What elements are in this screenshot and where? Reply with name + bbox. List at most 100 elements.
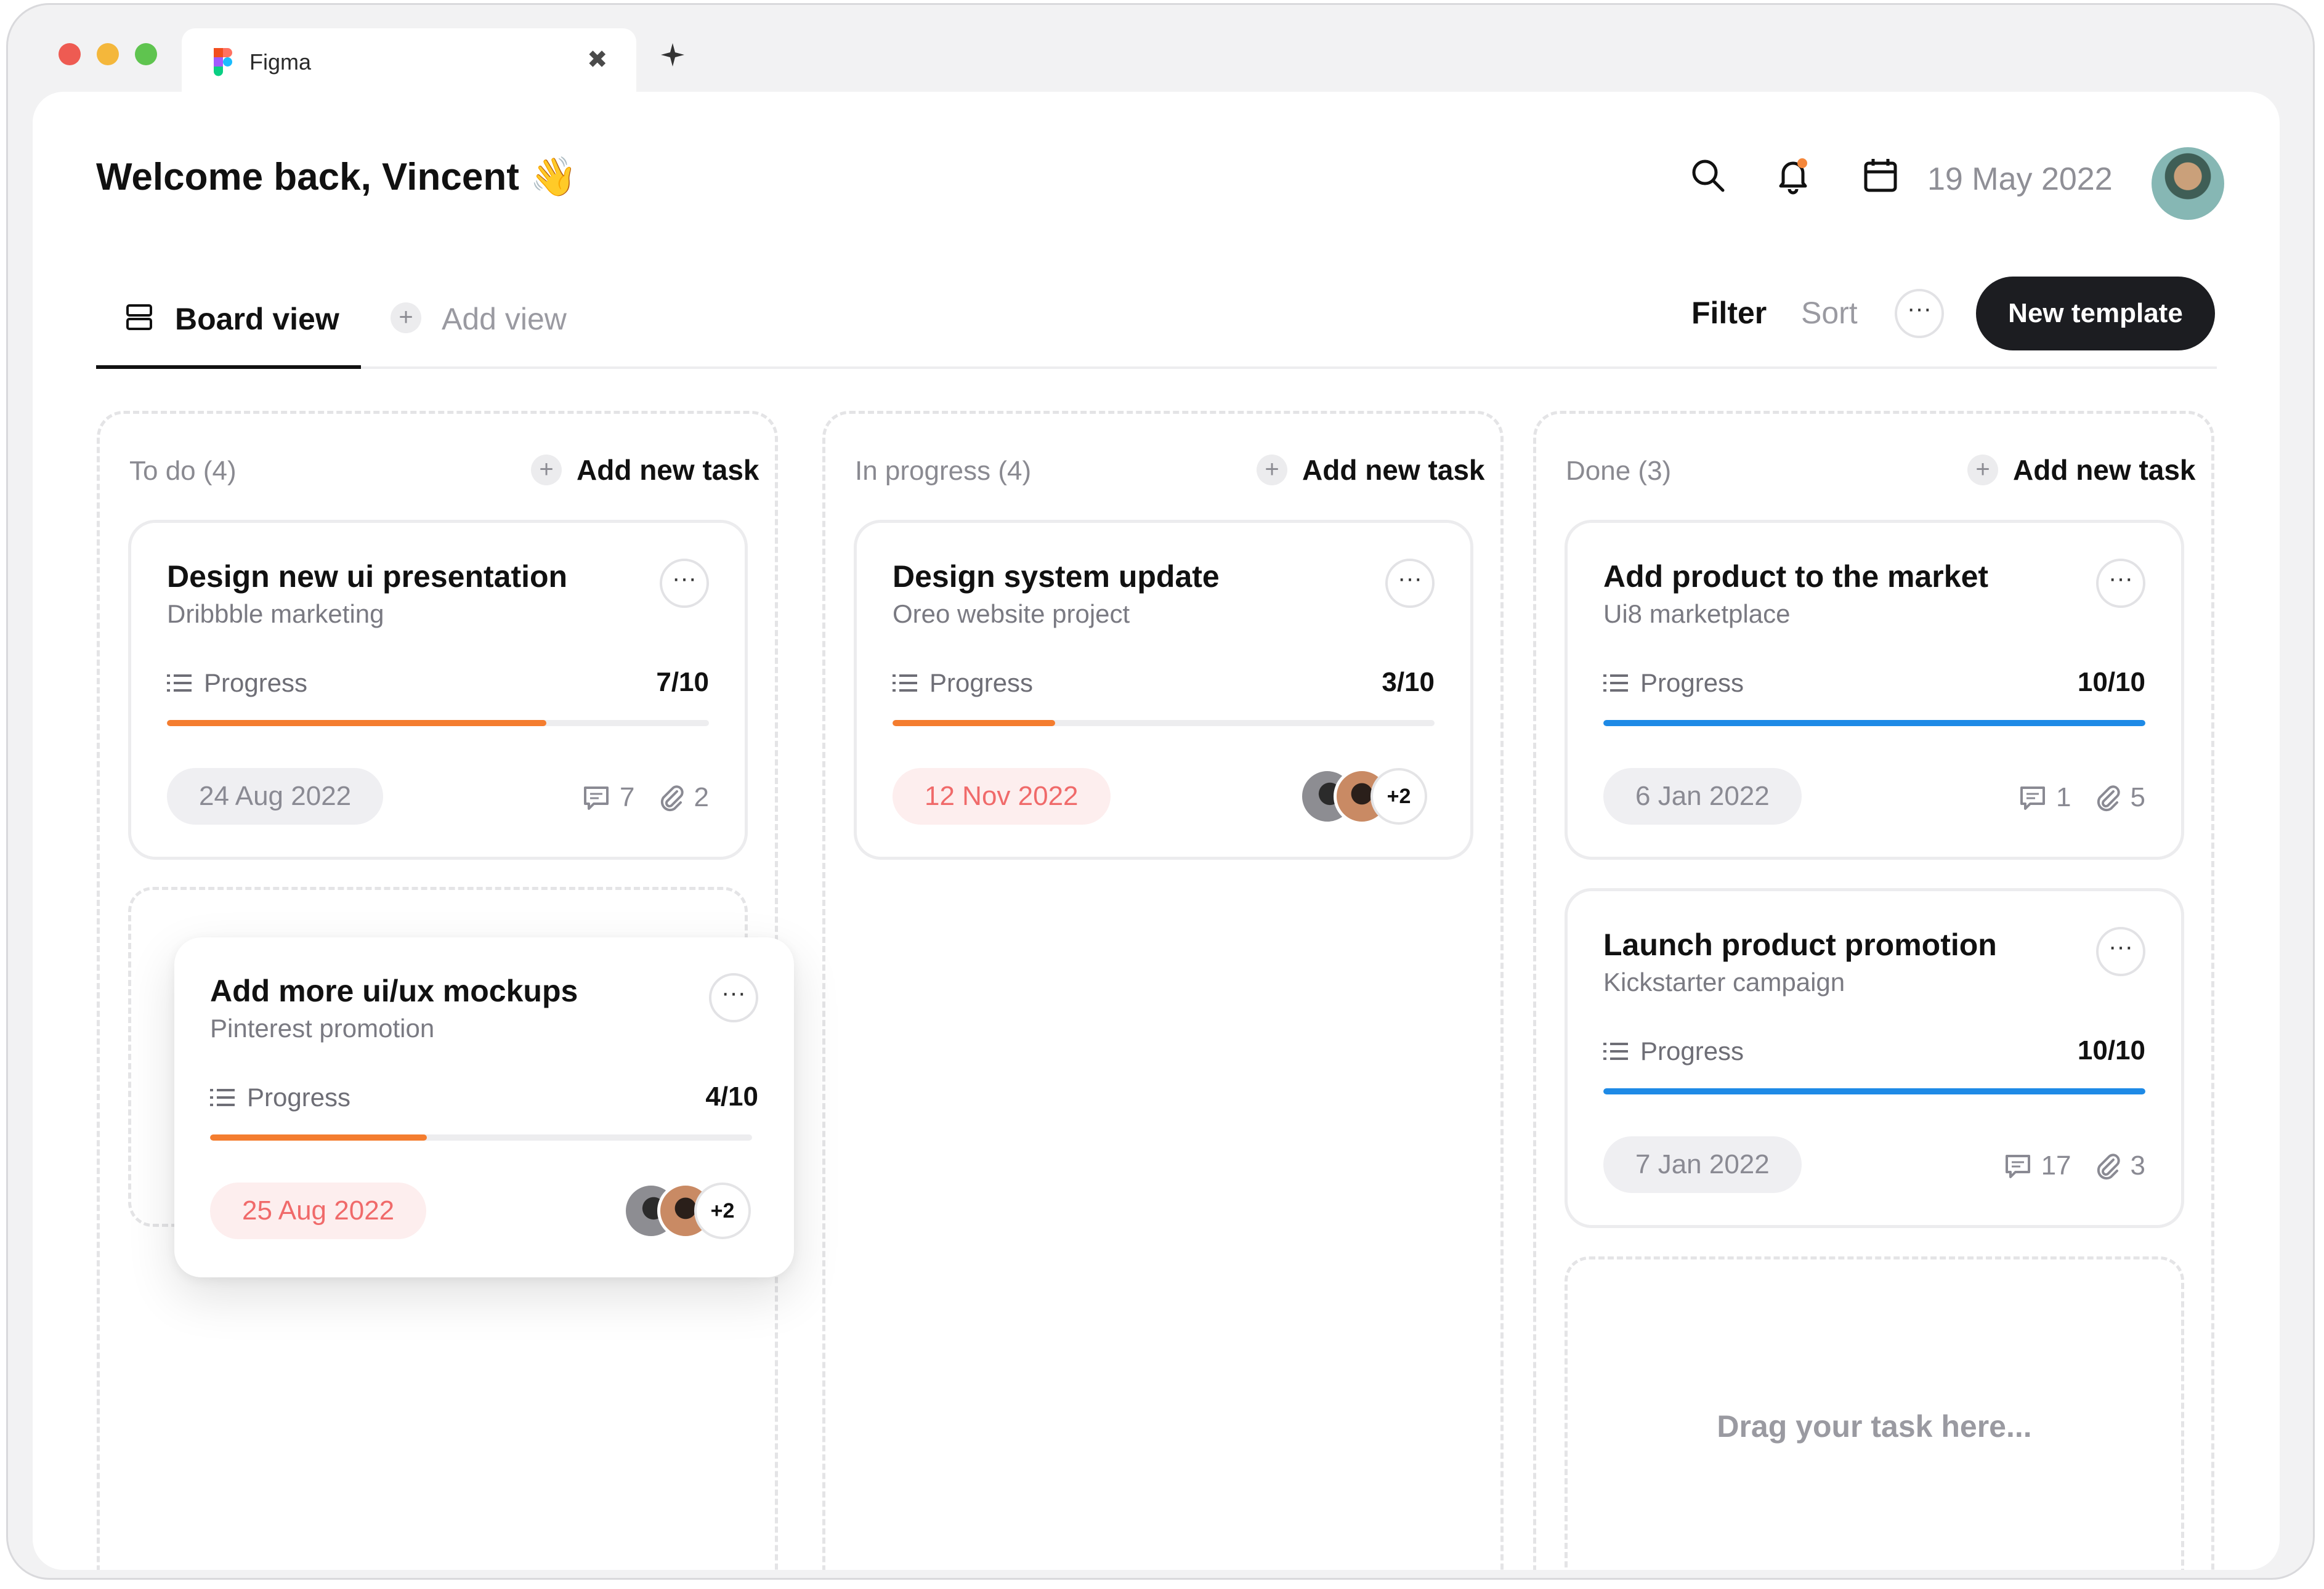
card-meta: 1 5 xyxy=(2018,780,2145,815)
attachment-icon xyxy=(2097,785,2120,812)
filter-button[interactable]: Filter xyxy=(1691,295,1767,331)
user-avatar[interactable] xyxy=(2152,147,2224,220)
attachment-count: 5 xyxy=(2130,782,2145,812)
progress-value: 3/10 xyxy=(1382,667,1435,697)
more-options-button[interactable]: ··· xyxy=(1895,289,1944,338)
task-project: Ui8 marketplace xyxy=(1603,599,1791,628)
browser-tab[interactable]: Figma ✖ xyxy=(182,28,636,95)
add-task-button[interactable]: + Add new task xyxy=(1967,453,2196,488)
view-toolbar: Board view + Add view Filter Sort ··· Ne… xyxy=(96,277,2217,369)
card-more-button[interactable]: ··· xyxy=(709,973,758,1022)
card-more-button[interactable]: ··· xyxy=(1385,559,1435,608)
task-title: Launch product promotion xyxy=(1603,928,1997,962)
comment-icon xyxy=(584,786,609,810)
progress-value: 10/10 xyxy=(2077,1035,2145,1065)
column-title: To do (4) xyxy=(129,456,237,486)
plus-icon: + xyxy=(391,302,421,333)
progress-fill xyxy=(167,720,546,726)
divider xyxy=(96,366,2217,369)
task-card[interactable]: Launch product promotion Kickstarter cam… xyxy=(1565,888,2184,1228)
card-more-button[interactable]: ··· xyxy=(660,559,709,608)
app-container: Welcome back, Vincent 👋 19 May 2022 Boar… xyxy=(33,92,2280,1570)
tab-close-icon[interactable]: ✖ xyxy=(587,46,608,74)
tab-label: Board view xyxy=(175,302,339,336)
column-title: In progress (4) xyxy=(855,456,1032,486)
maximize-window-button[interactable] xyxy=(135,43,157,65)
add-task-label: Add new task xyxy=(577,454,759,486)
card-more-button[interactable]: ··· xyxy=(2096,559,2145,608)
task-project: Dribbble marketing xyxy=(167,599,384,628)
task-title: Design system update xyxy=(893,559,1220,594)
due-date-badge: 12 Nov 2022 xyxy=(893,768,1111,825)
member-avatars[interactable]: +2 xyxy=(623,1183,758,1240)
member-avatars[interactable]: +2 xyxy=(1299,768,1435,826)
task-project: Kickstarter campaign xyxy=(1603,968,1845,997)
due-date-badge: 6 Jan 2022 xyxy=(1603,768,1802,825)
new-tab-icon[interactable] xyxy=(658,41,687,69)
search-icon[interactable] xyxy=(1688,156,1728,195)
progress-fill xyxy=(210,1134,427,1141)
tab-title: Figma xyxy=(249,49,312,75)
close-window-button[interactable] xyxy=(59,43,81,65)
list-icon xyxy=(893,674,917,692)
column-title: Done (3) xyxy=(1566,456,1672,486)
list-icon xyxy=(167,674,192,692)
column-done: Done (3) + Add new task Add product to t… xyxy=(1533,411,2214,1570)
task-title: Add product to the market xyxy=(1603,559,1989,594)
list-icon xyxy=(210,1089,235,1106)
new-template-button[interactable]: New template xyxy=(1976,277,2215,350)
column-in-progress: In progress (4) + Add new task Design sy… xyxy=(822,411,1504,1570)
progress-label: Progress xyxy=(1640,668,1744,697)
calendar-icon[interactable] xyxy=(1861,156,1900,195)
progress-fill xyxy=(1603,1088,2145,1094)
progress-bar xyxy=(893,720,1435,726)
card-meta: 7 2 xyxy=(581,780,709,815)
minimize-window-button[interactable] xyxy=(97,43,119,65)
extra-members-badge: +2 xyxy=(1371,768,1427,825)
progress-value: 7/10 xyxy=(656,667,709,697)
attachment-count: 2 xyxy=(694,782,709,812)
attachment-icon xyxy=(660,785,684,812)
task-card[interactable]: Design system update Oreo website projec… xyxy=(854,520,1473,860)
progress-bar xyxy=(210,1134,752,1141)
plus-icon: + xyxy=(1257,455,1287,485)
task-project: Oreo website project xyxy=(893,599,1130,628)
plus-icon: + xyxy=(531,455,562,485)
progress-label: Progress xyxy=(247,1083,351,1112)
current-date: 19 May 2022 xyxy=(1927,161,2113,197)
sort-button[interactable]: Sort xyxy=(1801,295,1858,331)
progress-value: 4/10 xyxy=(705,1082,758,1112)
comment-count: 7 xyxy=(620,782,635,812)
drop-zone[interactable]: Drag your task here... xyxy=(1565,1256,2184,1570)
progress-fill xyxy=(1603,720,2145,726)
due-date-badge: 25 Aug 2022 xyxy=(210,1183,427,1239)
add-task-label: Add new task xyxy=(2013,454,2196,486)
card-meta: 17 3 xyxy=(2003,1149,2145,1183)
add-task-button[interactable]: + Add new task xyxy=(531,453,759,488)
comment-count: 17 xyxy=(2041,1150,2071,1181)
progress-value: 10/10 xyxy=(2077,667,2145,697)
card-more-button[interactable]: ··· xyxy=(2096,927,2145,976)
browser-window: Figma ✖ Welcome back, Vincent 👋 19 May 2… xyxy=(6,3,2315,1580)
task-title: Design new ui presentation xyxy=(167,559,568,594)
extra-members-badge: +2 xyxy=(694,1183,751,1239)
page-title: Welcome back, Vincent 👋 xyxy=(96,156,578,198)
progress-label: Progress xyxy=(204,668,308,697)
attachment-icon xyxy=(2097,1154,2120,1180)
drop-zone-text: Drag your task here... xyxy=(1717,1409,2032,1444)
task-project: Pinterest promotion xyxy=(210,1014,435,1043)
dragged-task-card[interactable]: Add more ui/ux mockups Pinterest promoti… xyxy=(174,937,794,1277)
comment-icon xyxy=(2005,1155,2030,1178)
comment-count: 1 xyxy=(2056,782,2071,812)
bell-icon[interactable] xyxy=(1773,156,1813,195)
progress-bar xyxy=(1603,720,2145,726)
tab-board-view[interactable]: Board view xyxy=(96,277,361,369)
plus-icon: + xyxy=(1967,455,1998,485)
figma-logo-icon xyxy=(214,48,232,76)
add-task-button[interactable]: + Add new task xyxy=(1257,453,1485,488)
progress-label: Progress xyxy=(1640,1037,1744,1065)
task-title: Add more ui/ux mockups xyxy=(210,974,578,1008)
task-card[interactable]: Add product to the market Ui8 marketplac… xyxy=(1565,520,2184,860)
attachment-count: 3 xyxy=(2130,1150,2145,1181)
task-card[interactable]: Design new ui presentation Dribbble mark… xyxy=(128,520,748,860)
